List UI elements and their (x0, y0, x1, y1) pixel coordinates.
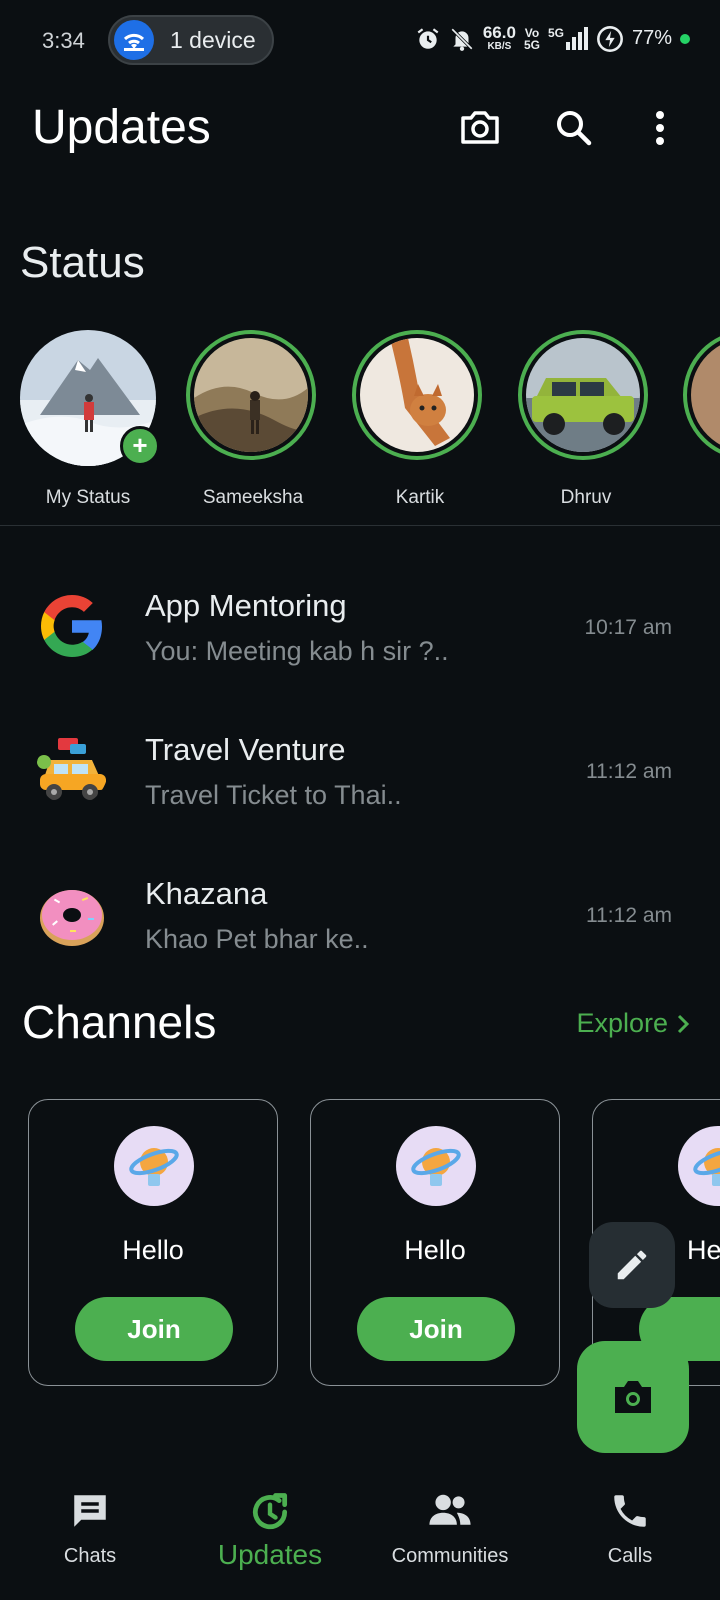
status-ring-kartik[interactable] (352, 330, 482, 460)
channel-name: He (687, 1235, 720, 1265)
chat-time: 10:17 am (584, 616, 672, 639)
more-icon[interactable] (648, 104, 672, 152)
calls-icon (614, 1495, 646, 1527)
google-logo-avatar[interactable] (36, 590, 108, 662)
status-ring-dhruv[interactable] (518, 330, 648, 460)
nav-calls[interactable]: Calls (540, 1490, 720, 1568)
page-title: Updates (32, 101, 211, 154)
volte-indicator: Vo 5G (523, 25, 540, 52)
channel-name: Hello (122, 1235, 184, 1265)
chat-time: 11:12 am (586, 760, 672, 783)
explore-label: Explore (576, 1008, 668, 1038)
wifi-icon (114, 20, 154, 60)
nav-label: Communities (391, 1545, 509, 1567)
chat-title[interactable]: Travel Venture (145, 732, 345, 768)
pencil-icon (617, 1250, 647, 1280)
chats-icon (74, 1495, 106, 1527)
nav-label: Chats (63, 1545, 117, 1567)
chat-time: 11:12 am (586, 904, 672, 927)
status-label-my-status: My Status (45, 487, 131, 508)
status-label-dhruv: Dhruv (560, 487, 612, 508)
status-divider (0, 525, 720, 526)
nav-chats[interactable]: Chats (0, 1490, 180, 1568)
status-ring-partial[interactable] (683, 330, 720, 460)
chat-title[interactable]: App Mentoring (145, 588, 347, 624)
explore-link[interactable]: Explore (576, 1008, 690, 1039)
nav-label: Updates (217, 1539, 323, 1570)
channel-avatar (678, 1126, 720, 1206)
channel-avatar (396, 1126, 476, 1206)
channels-heading: Channels (22, 996, 217, 1048)
chat-subtitle: Khao Pet bhar ke.. (145, 924, 369, 954)
join-button[interactable]: Join (75, 1297, 233, 1361)
camera-icon (615, 1381, 651, 1413)
donut-emoji-avatar[interactable] (36, 878, 108, 950)
search-icon[interactable] (550, 104, 598, 152)
communities-icon (429, 1494, 471, 1525)
status-label-kartik: Kartik (395, 487, 445, 508)
channel-avatar (114, 1126, 194, 1206)
channel-card[interactable]: Hello Join (310, 1099, 560, 1386)
chat-subtitle: You: Meeting kab h sir ?.. (145, 636, 449, 666)
join-button[interactable]: Join (357, 1297, 515, 1361)
signal-icon: 5G (548, 27, 588, 50)
nav-communities[interactable]: Communities (360, 1490, 540, 1568)
updates-icon (253, 1493, 288, 1530)
alarm-icon (417, 27, 439, 49)
chevron-right-icon (677, 1014, 690, 1033)
battery-charging-icon (597, 25, 623, 52)
status-heading: Status (20, 238, 145, 287)
privacy-dot (680, 33, 690, 44)
status-ring-sameeksha[interactable] (186, 330, 316, 460)
status-icons: 66.0 KB/S Vo 5G 5G 77% (415, 24, 690, 53)
hotspot-pill[interactable]: 1 device (108, 15, 274, 65)
status-bar-time: 3:34 (42, 28, 85, 53)
net-speed: 66.0 KB/S (482, 23, 516, 52)
battery-level: 77% (631, 27, 672, 49)
nav-updates[interactable]: Updates (180, 1490, 360, 1571)
add-status-icon[interactable]: + (120, 426, 160, 466)
channel-card[interactable]: Hello Join (28, 1099, 278, 1386)
camera-fab[interactable] (577, 1341, 689, 1453)
car-emoji-avatar[interactable] (36, 734, 108, 806)
channel-name: Hello (404, 1235, 466, 1265)
status-label-sameeksha: Sameeksha (202, 487, 304, 508)
mute-icon (450, 27, 473, 51)
pencil-fab[interactable] (589, 1222, 675, 1308)
nav-label: Calls (607, 1545, 653, 1567)
chat-title[interactable]: Khazana (145, 876, 267, 912)
chat-subtitle: Travel Ticket to Thai.. (145, 780, 402, 810)
hotspot-label: 1 device (170, 26, 256, 53)
camera-icon[interactable] (456, 104, 504, 152)
